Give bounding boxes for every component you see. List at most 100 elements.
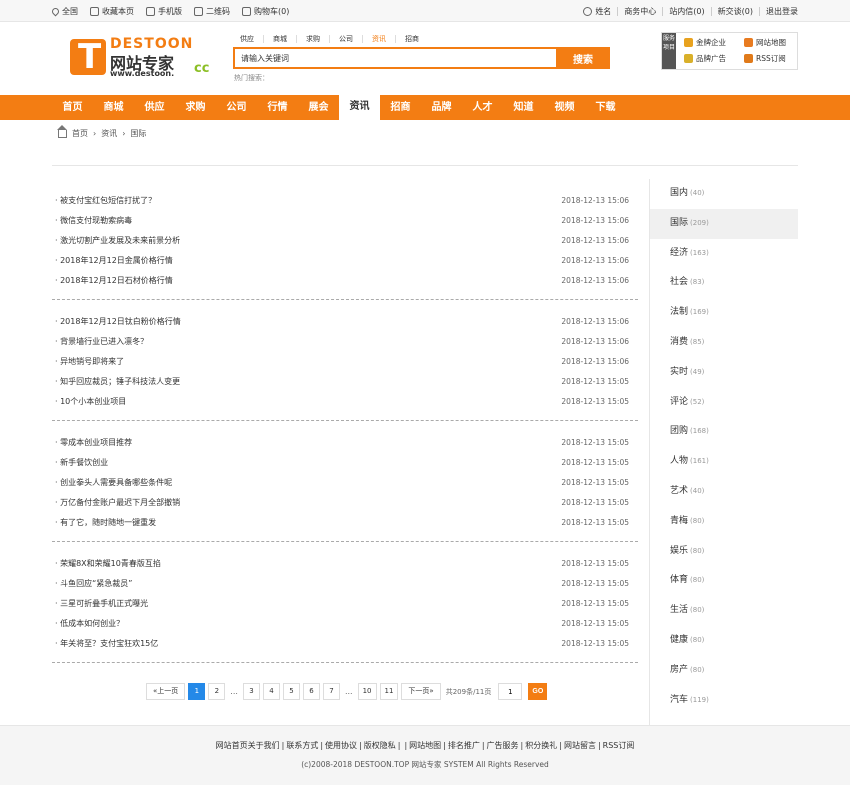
mobile-link[interactable]: 手机版 bbox=[146, 6, 182, 17]
region-link[interactable]: 全国 bbox=[50, 6, 78, 17]
business-center-link[interactable]: 商务中心 bbox=[624, 6, 656, 17]
article-title[interactable]: · 荣耀8X和荣耀10青春版互掐 bbox=[52, 554, 161, 574]
sidebar-item[interactable]: 青梅 (80) bbox=[650, 507, 798, 537]
sidebar-item[interactable]: 国内 (40) bbox=[650, 179, 798, 209]
page-button[interactable]: 1 bbox=[188, 683, 206, 700]
sidebar-item[interactable]: 社会 (83) bbox=[650, 268, 798, 298]
page-button[interactable]: 10 bbox=[357, 683, 377, 700]
nav-item[interactable]: 展会 bbox=[298, 95, 339, 120]
sidebar-item[interactable]: 生活 (80) bbox=[650, 596, 798, 626]
sidebar-item[interactable]: 汽车 (119) bbox=[650, 686, 798, 716]
nav-item[interactable]: 招商 bbox=[380, 95, 421, 120]
footer-link[interactable]: 网站地图 bbox=[409, 741, 441, 750]
nav-item[interactable]: 行情 bbox=[257, 95, 298, 120]
page-button[interactable]: 11 bbox=[379, 683, 399, 700]
chat-link[interactable]: 新交谈(0) bbox=[718, 6, 753, 17]
article-title[interactable]: · 三星可折叠手机正式曝光 bbox=[52, 594, 148, 614]
breadcrumb-current[interactable]: 国际 bbox=[130, 128, 146, 139]
search-tab-news[interactable]: 资讯 bbox=[363, 35, 396, 43]
article-title[interactable]: · 知乎回应裁员；锤子科技法人变更 bbox=[52, 372, 180, 392]
search-tab-buy[interactable]: 求购 bbox=[297, 35, 330, 43]
search-tab-invest[interactable]: 招商 bbox=[396, 35, 428, 43]
sidebar-item[interactable]: 健康 (80) bbox=[650, 626, 798, 656]
article-title[interactable]: · 背景墙行业已进入凛冬？ bbox=[52, 332, 148, 352]
next-page-button[interactable]: 下一页» bbox=[401, 683, 441, 700]
gold-company-link[interactable]: 金牌企业 bbox=[684, 37, 726, 48]
site-logo[interactable]: DESTOON 网站专家 www.destoon. cc bbox=[70, 36, 210, 81]
footer-link[interactable]: 排名推广 bbox=[448, 741, 480, 750]
page-button[interactable]: 7 bbox=[322, 683, 340, 700]
article-title[interactable]: · 被支付宝红包短信打扰了？ bbox=[52, 191, 156, 211]
page-button[interactable]: 2 bbox=[208, 683, 226, 700]
nav-item[interactable]: 知道 bbox=[503, 95, 544, 120]
sidebar-item[interactable]: 评论 (52) bbox=[650, 388, 798, 418]
article-title[interactable]: · 零成本创业项目推荐 bbox=[52, 433, 132, 453]
article-title[interactable]: · 10个小本创业项目 bbox=[52, 392, 126, 412]
article-title[interactable]: · 微信支付现勒索病毒 bbox=[52, 211, 132, 231]
footer-link[interactable]: 使用协议 bbox=[325, 741, 357, 750]
sidebar-item[interactable]: 法制 (169) bbox=[650, 298, 798, 328]
sidebar-item[interactable]: 房产 (80) bbox=[650, 656, 798, 686]
page-jump-input[interactable] bbox=[498, 683, 523, 700]
article-title[interactable]: · 异地销号即将来了 bbox=[52, 352, 124, 372]
breadcrumb-home[interactable]: 首页 bbox=[72, 128, 88, 139]
nav-item[interactable]: 资讯 bbox=[339, 94, 380, 121]
sidebar-item[interactable]: 体育 (80) bbox=[650, 566, 798, 596]
sidebar-item[interactable]: 经济 (163) bbox=[650, 239, 798, 269]
footer-link[interactable]: 网站首页 bbox=[216, 741, 248, 750]
article-title[interactable]: · 年关将至？支付宝狂欢15亿 bbox=[52, 634, 158, 654]
bookmark-link[interactable]: 收藏本页 bbox=[90, 6, 134, 17]
page-button[interactable]: 5 bbox=[282, 683, 300, 700]
search-tab-company[interactable]: 公司 bbox=[330, 35, 363, 43]
page-button[interactable]: 4 bbox=[262, 683, 280, 700]
article-title[interactable]: · 激光切割产业发展及未来前景分析 bbox=[52, 231, 180, 251]
nav-item[interactable]: 求购 bbox=[175, 95, 216, 120]
nav-item[interactable]: 下载 bbox=[585, 95, 626, 120]
user-link[interactable]: 姓名 bbox=[583, 6, 611, 17]
footer-link[interactable]: 关于我们 bbox=[248, 741, 280, 750]
article-title[interactable]: · 2018年12月12日金属价格行情 bbox=[52, 251, 173, 271]
sidebar-item[interactable]: 艺术 (40) bbox=[650, 477, 798, 507]
footer-link[interactable]: 版权隐私 bbox=[364, 741, 396, 750]
qrcode-link[interactable]: 二维码 bbox=[194, 6, 230, 17]
article-title[interactable]: · 低成本如何创业？ bbox=[52, 614, 124, 634]
article-title[interactable]: · 万亿备付金账户最迟下月全部撤销 bbox=[52, 493, 180, 513]
search-input[interactable] bbox=[235, 49, 556, 67]
footer-link[interactable]: 积分换礼 bbox=[525, 741, 557, 750]
nav-item[interactable]: 商城 bbox=[93, 95, 134, 120]
breadcrumb-news[interactable]: 资讯 bbox=[101, 128, 117, 139]
nav-item[interactable]: 人才 bbox=[462, 95, 503, 120]
article-title[interactable]: · 新手餐饮创业 bbox=[52, 453, 108, 473]
nav-item[interactable]: 公司 bbox=[216, 95, 257, 120]
go-button[interactable]: GO bbox=[528, 683, 548, 700]
page-button[interactable]: 3 bbox=[242, 683, 260, 700]
prev-page-button[interactable]: «上一页 bbox=[146, 683, 186, 700]
footer-link[interactable]: 联系方式 bbox=[286, 741, 318, 750]
search-tab-supply[interactable]: 供应 bbox=[234, 35, 264, 43]
cart-link[interactable]: 购物车(0) bbox=[242, 6, 289, 17]
footer-link[interactable]: 广告服务 bbox=[487, 741, 519, 750]
search-button[interactable]: 搜索 bbox=[556, 47, 610, 69]
sidebar-item[interactable]: 实时 (49) bbox=[650, 358, 798, 388]
sidebar-item[interactable]: 人物 (161) bbox=[650, 447, 798, 477]
rss-link[interactable]: RSS订阅 bbox=[744, 53, 786, 64]
search-tab-mall[interactable]: 商城 bbox=[264, 35, 297, 43]
sidebar-item[interactable]: 消费 (85) bbox=[650, 328, 798, 358]
article-title[interactable]: · 有了它，随时随地一键重发 bbox=[52, 513, 156, 533]
sidebar-item[interactable]: 团购 (168) bbox=[650, 417, 798, 447]
article-title[interactable]: · 2018年12月12日钛白粉价格行情 bbox=[52, 312, 181, 332]
article-title[interactable]: · 创业拳头人需要具备哪些条件呢 bbox=[52, 473, 172, 493]
brand-ad-link[interactable]: 品牌广告 bbox=[684, 53, 726, 64]
article-title[interactable]: · 斗鱼回应“紧急裁员” bbox=[52, 574, 132, 594]
footer-link[interactable]: 网站留言 bbox=[564, 741, 596, 750]
page-button[interactable]: 6 bbox=[302, 683, 320, 700]
logout-link[interactable]: 退出登录 bbox=[766, 6, 798, 17]
sidebar-item[interactable]: 娱乐 (80) bbox=[650, 537, 798, 567]
sidebar-item[interactable]: 国际 (209) bbox=[650, 208, 798, 239]
messages-link[interactable]: 站内信(0) bbox=[669, 6, 704, 17]
nav-item[interactable]: 视频 bbox=[544, 95, 585, 120]
footer-link[interactable]: RSS订阅 bbox=[603, 741, 635, 750]
nav-item[interactable]: 首页 bbox=[52, 95, 93, 120]
article-title[interactable]: · 2018年12月12日石材价格行情 bbox=[52, 271, 173, 291]
sitemap-link[interactable]: 网站地图 bbox=[744, 37, 786, 48]
